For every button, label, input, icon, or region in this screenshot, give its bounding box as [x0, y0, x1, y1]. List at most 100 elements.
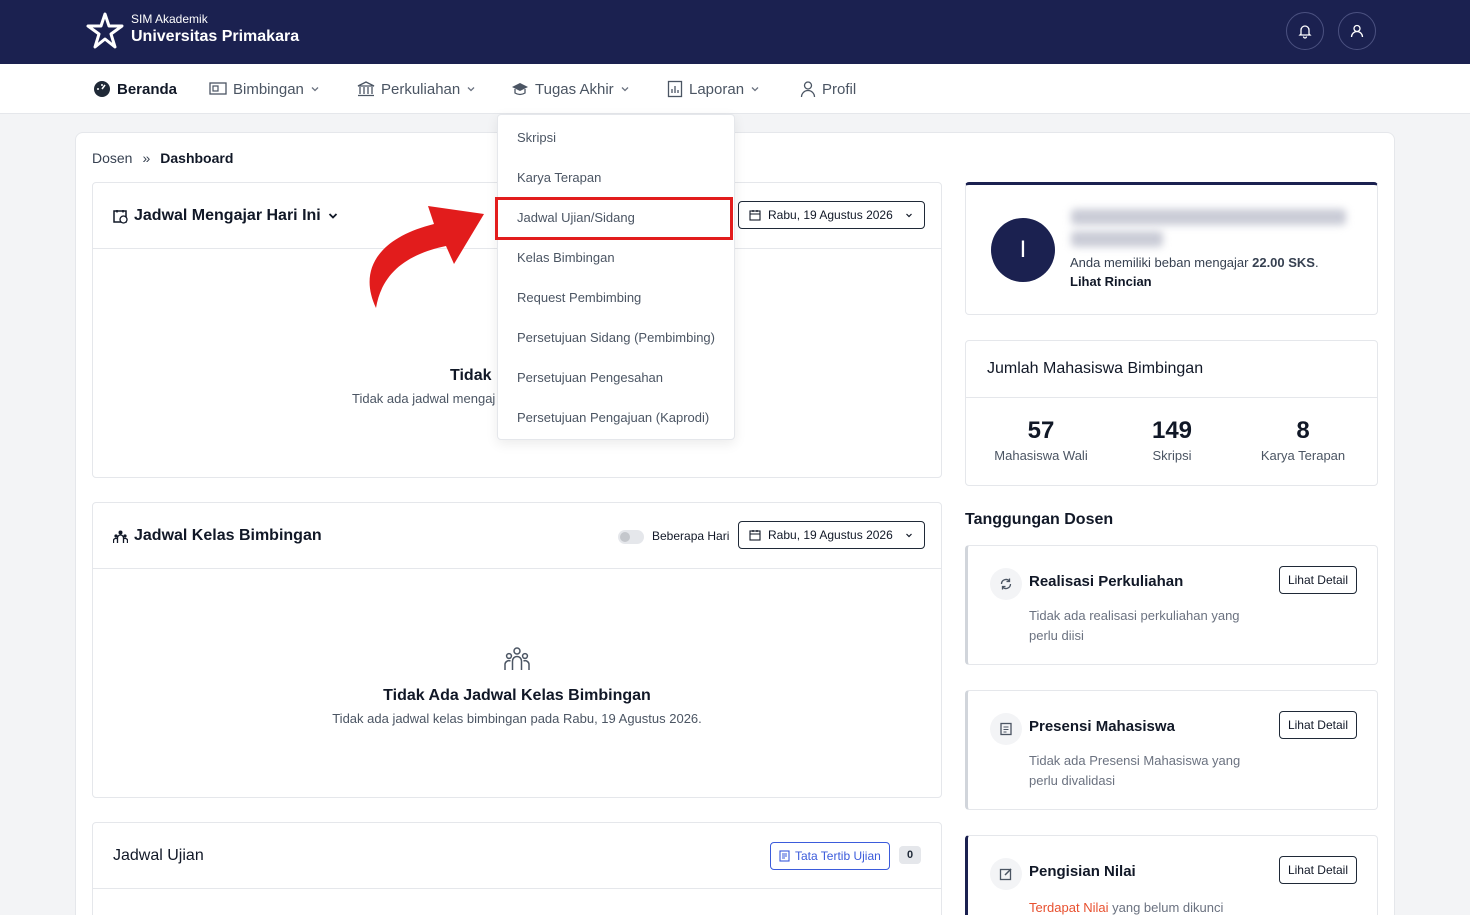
lihat-rincian-link[interactable]: Lihat Rincian — [1070, 274, 1152, 289]
breadcrumb: Dosen » Dashboard — [92, 150, 233, 166]
teaching-load-value: 22.00 SKS — [1252, 255, 1315, 270]
menu-item-karya-terapan[interactable]: Karya Terapan — [517, 170, 601, 185]
edit-icon — [999, 868, 1012, 881]
teaching-load-text: Anda memiliki beban mengajar — [1070, 255, 1253, 270]
task-text: Tidak ada realisasi perkuliahan yang per… — [1029, 608, 1240, 643]
nav-label: Tugas Akhir — [535, 80, 614, 98]
task-text-rest: yang belum dikunci — [1108, 900, 1224, 915]
task-card-presensi: Presensi Mahasiswa Tidak ada Presensi Ma… — [965, 690, 1378, 810]
tanggungan-heading: Tanggungan Dosen — [965, 511, 1114, 528]
nav-bimbingan[interactable]: Bimbingan — [209, 80, 320, 98]
task-text-highlight: Terdapat Nilai — [1029, 900, 1109, 915]
presentation-icon — [209, 82, 227, 95]
chevron-down-icon — [311, 87, 319, 92]
building-icon — [357, 81, 375, 97]
nav-laporan[interactable]: Laporan — [667, 80, 760, 98]
jadwal-mengajar-title[interactable]: Jadwal Mengajar Hari Ini — [113, 207, 339, 225]
button-label: Tata Tertib Ujian — [795, 849, 881, 863]
stat-value: 8 — [1296, 417, 1310, 444]
nav-label: Beranda — [117, 80, 178, 98]
report-icon — [667, 80, 683, 98]
menu-item-persetujuan-sidang[interactable]: Persetujuan Sidang (Pembimbing) — [517, 330, 715, 345]
clipboard-list-icon — [1000, 722, 1012, 736]
lihat-detail-button[interactable]: Lihat Detail — [1278, 856, 1357, 884]
date-label: Rabu, 19 Agustus 2026 — [768, 208, 893, 222]
refresh-icon — [1000, 578, 1012, 590]
user-menu-button[interactable] — [1338, 12, 1376, 50]
nav-label: Bimbingan — [233, 80, 304, 98]
notification-button[interactable] — [1286, 12, 1324, 50]
bell-icon — [1298, 25, 1312, 39]
stat-value: 57 — [1027, 417, 1055, 444]
card-title-text: Jadwal Kelas Bimbingan — [134, 527, 322, 544]
empty-state-text: Tidak ada jadwal mengaj — [352, 391, 496, 406]
document-icon — [779, 850, 790, 862]
nav-profil[interactable]: Profil — [800, 80, 856, 98]
date-picker-button[interactable]: Rabu, 19 Agustus 2026 — [738, 201, 925, 229]
breadcrumb-separator: » — [142, 150, 151, 166]
breadcrumb-current: Dashboard — [160, 150, 234, 166]
menu-item-kelas-bimbingan[interactable]: Kelas Bimbingan — [517, 250, 615, 265]
empty-state-text: Tidak ada jadwal kelas bimbingan pada Ra… — [332, 711, 702, 726]
nav-beranda[interactable]: Beranda — [93, 80, 177, 98]
calendar-icon — [749, 530, 761, 541]
top-bar: SIM Akademik Universitas Primakara — [0, 0, 1470, 64]
user-icon — [800, 81, 816, 98]
lihat-detail-button[interactable]: Lihat Detail — [1278, 711, 1357, 739]
highlight-box — [495, 197, 733, 240]
main-nav: Beranda Bimbingan Perkuliahan Tugas Akhi… — [0, 64, 1470, 114]
chevron-down-icon — [467, 87, 475, 92]
beberapa-hari-toggle[interactable] — [618, 530, 644, 544]
task-icon-wrap — [990, 858, 1022, 890]
profile-card: I Anda memiliki beban mengajar 22.00 SKS… — [965, 182, 1378, 315]
user-icon — [1350, 24, 1364, 38]
tugas-akhir-dropdown: Skripsi Karya Terapan Jadwal Ujian/Sidan… — [497, 114, 735, 440]
task-title: Realisasi Perkuliahan — [1029, 573, 1184, 590]
nav-perkuliahan[interactable]: Perkuliahan — [357, 80, 476, 98]
calendar-icon — [749, 210, 761, 221]
stat-label: Mahasiswa Wali — [994, 448, 1088, 463]
toggle-label: Beberapa Hari — [652, 529, 730, 543]
task-icon-wrap — [990, 713, 1022, 745]
blurred-title — [1071, 231, 1163, 247]
jadwal-ujian-card: Jadwal Ujian Tata Tertib Ujian 0 — [92, 822, 942, 915]
count-badge: 0 — [899, 846, 921, 864]
card-title-text: Jumlah Mahasiswa Bimbingan — [987, 360, 1204, 377]
card-title-text: Jadwal Ujian — [113, 847, 204, 864]
chevron-down-icon — [328, 213, 337, 219]
empty-state-title: Tidak Ada Jadwal Kelas Bimbingan — [383, 687, 651, 704]
nav-tugas-akhir[interactable]: Tugas Akhir — [511, 80, 630, 98]
toggle-knob — [620, 532, 630, 542]
dashboard-icon — [94, 81, 110, 97]
app-title: Universitas Primakara — [131, 28, 300, 45]
nav-label: Laporan — [689, 80, 745, 98]
group-icon — [113, 530, 128, 543]
empty-state-title: Tidak — [450, 367, 492, 384]
task-text: Tidak ada Presensi Mahasiswa yang perlu … — [1029, 753, 1241, 788]
date-picker-button[interactable]: Rabu, 19 Agustus 2026 — [738, 521, 925, 549]
blurred-name — [1071, 209, 1346, 225]
teaching-load: Anda memiliki beban mengajar 22.00 SKS. — [1070, 255, 1319, 270]
jadwal-kelas-card: Jadwal Kelas Bimbingan Beberapa Hari Rab… — [92, 502, 942, 798]
nav-label: Perkuliahan — [381, 80, 461, 98]
chevron-down-icon — [905, 533, 912, 538]
nav-label: Profil — [822, 80, 857, 98]
menu-item-request-pembimbing[interactable]: Request Pembimbing — [517, 290, 641, 305]
graduation-cap-icon — [512, 83, 528, 96]
tata-tertib-button[interactable]: Tata Tertib Ujian — [770, 842, 890, 870]
task-text: Terdapat Nilai yang belum dikunci — [1029, 898, 1329, 915]
task-icon-wrap — [990, 568, 1022, 600]
menu-item-persetujuan-pengajuan[interactable]: Persetujuan Pengajuan (Kaprodi) — [517, 410, 709, 425]
menu-item-skripsi[interactable]: Skripsi — [517, 130, 556, 145]
menu-item-persetujuan-pengesahan[interactable]: Persetujuan Pengesahan — [517, 370, 663, 385]
lihat-detail-button[interactable]: Lihat Detail — [1278, 566, 1357, 594]
stat-label: Karya Terapan — [1260, 448, 1346, 463]
task-card-nilai: Pengisian Nilai Terdapat Nilai yang belu… — [965, 835, 1378, 915]
chevron-down-icon — [621, 87, 629, 92]
red-arrow-icon — [369, 206, 484, 308]
teaching-load-suffix: . — [1314, 255, 1319, 270]
breadcrumb-root[interactable]: Dosen — [92, 150, 132, 166]
date-label: Rabu, 19 Agustus 2026 — [768, 528, 893, 542]
university-logo-icon — [86, 12, 124, 49]
chevron-down-icon — [751, 87, 759, 92]
